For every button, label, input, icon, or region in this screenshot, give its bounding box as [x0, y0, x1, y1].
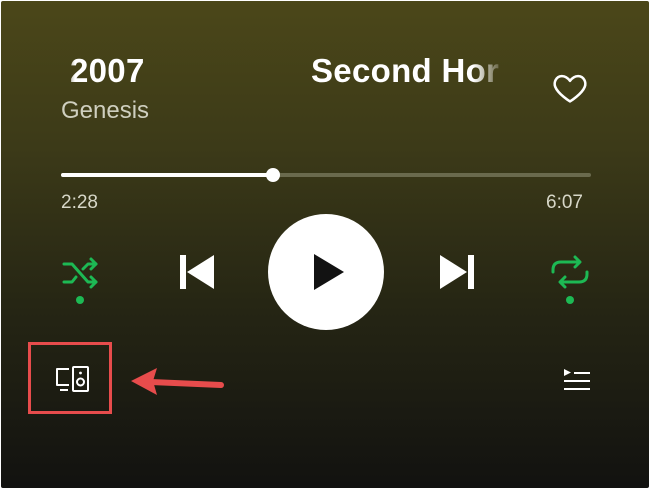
play-button[interactable]: [268, 214, 384, 330]
progress-bar[interactable]: [61, 168, 591, 182]
heart-icon[interactable]: [550, 69, 590, 107]
repeat-icon[interactable]: [549, 255, 591, 289]
artist-name[interactable]: Genesis: [61, 96, 149, 126]
now-playing-screen: 2007 Second Hor Genesis 2:28 6:07: [1, 1, 649, 488]
progress-fill: [61, 173, 273, 177]
repeat-active-indicator: [566, 296, 574, 304]
track-title-marquee: 2007 Second Hor: [61, 49, 506, 93]
track-title-primary: 2007: [70, 52, 145, 89]
next-icon[interactable]: [436, 251, 478, 293]
queue-icon[interactable]: [562, 367, 592, 393]
progress-thumb[interactable]: [266, 168, 280, 182]
shuffle-active-indicator: [76, 296, 84, 304]
play-icon: [314, 254, 344, 290]
total-time: 6:07: [546, 192, 583, 213]
shuffle-icon[interactable]: [61, 256, 101, 290]
track-title-secondary: Second Hor: [311, 52, 500, 89]
previous-icon[interactable]: [176, 251, 218, 293]
annotation-arrow: [131, 368, 224, 395]
elapsed-time: 2:28: [61, 192, 98, 213]
devices-highlight-box: [28, 342, 112, 414]
